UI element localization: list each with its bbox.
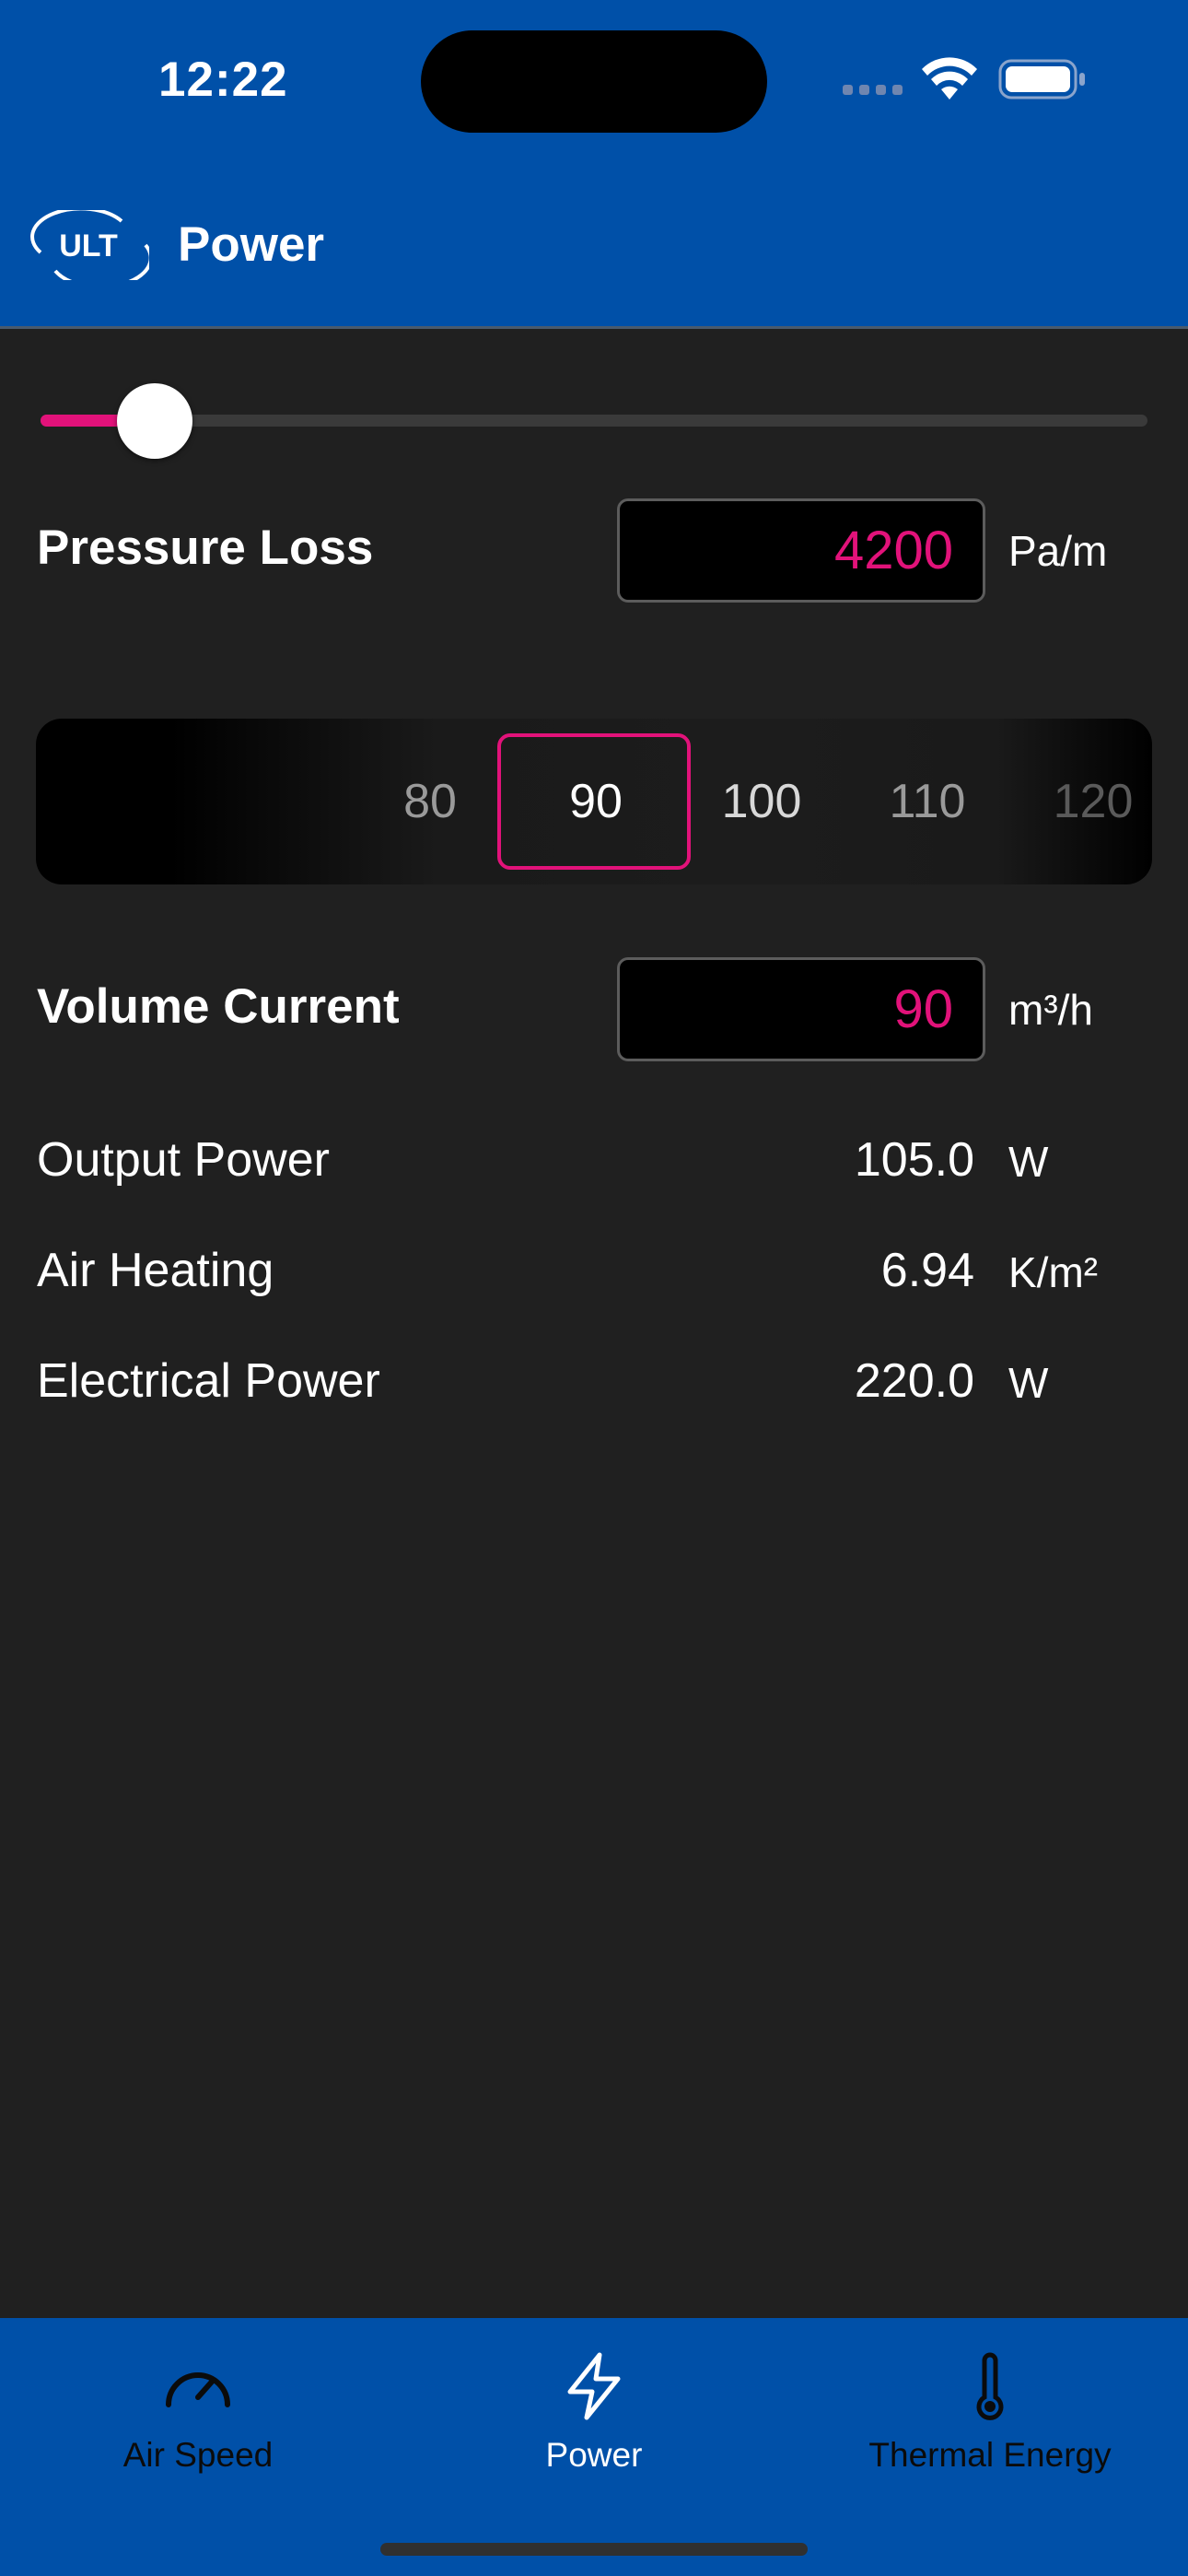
output-power-label: Output Power bbox=[37, 1133, 330, 1187]
tab-label: Thermal Energy bbox=[868, 2436, 1112, 2474]
pressure-loss-label: Pressure Loss bbox=[37, 521, 374, 575]
volume-current-label: Volume Current bbox=[37, 979, 400, 1034]
picker-option[interactable]: 120 bbox=[1010, 719, 1152, 884]
air-heating-unit: K/m² bbox=[1008, 1248, 1099, 1296]
header-divider bbox=[0, 326, 1188, 329]
picker-option[interactable]: 100 bbox=[679, 719, 844, 884]
cellular-signal-icon bbox=[843, 85, 903, 98]
svg-text:ULT: ULT bbox=[59, 228, 118, 263]
page-title: Power bbox=[178, 217, 325, 272]
status-time: 12:22 bbox=[158, 53, 288, 107]
picker-option[interactable]: 80 bbox=[347, 719, 513, 884]
electrical-power-unit: W bbox=[1008, 1359, 1049, 1407]
air-heating-label: Air Heating bbox=[37, 1244, 274, 1297]
tab-thermal-energy[interactable]: Thermal Energy bbox=[792, 2318, 1188, 2502]
volume-current-unit: m³/h bbox=[1008, 986, 1093, 1034]
output-power-value: 105.0 bbox=[854, 1133, 974, 1187]
electrical-power-label: Electrical Power bbox=[37, 1354, 380, 1408]
tab-power[interactable]: Power bbox=[396, 2318, 792, 2502]
output-power-unit: W bbox=[1008, 1138, 1049, 1186]
pressure-loss-input[interactable]: 4200 bbox=[617, 498, 985, 603]
battery-icon bbox=[998, 59, 1085, 100]
tab-label: Power bbox=[545, 2436, 643, 2474]
thermometer-icon bbox=[976, 2352, 1004, 2420]
pressure-loss-unit: Pa/m bbox=[1008, 527, 1108, 575]
app-header: 12:22 ULT Power bbox=[0, 0, 1188, 326]
tab-bar: Air Speed Power Thermal Energy bbox=[0, 2318, 1188, 2576]
speedometer-icon bbox=[166, 2372, 230, 2407]
picker-selection-highlight bbox=[497, 733, 691, 870]
tab-label: Air Speed bbox=[122, 2436, 274, 2474]
electrical-power-value: 220.0 bbox=[854, 1354, 974, 1408]
tab-air-speed[interactable]: Air Speed bbox=[0, 2318, 396, 2502]
wifi-icon bbox=[922, 57, 977, 100]
slider-track[interactable] bbox=[41, 415, 1147, 427]
picker-option[interactable]: 110 bbox=[844, 719, 1010, 884]
air-heating-value: 6.94 bbox=[880, 1244, 974, 1297]
lightning-bolt-icon bbox=[567, 2352, 621, 2420]
home-indicator bbox=[380, 2543, 808, 2556]
ult-logo: ULT bbox=[30, 210, 149, 280]
slider-thumb[interactable] bbox=[117, 383, 192, 459]
dynamic-island bbox=[421, 30, 767, 133]
power-screen: 12:22 ULT Power Pressure Loss 4200 Pa/m bbox=[0, 0, 1188, 2576]
pressure-slider[interactable] bbox=[41, 383, 1147, 459]
volume-current-input[interactable]: 90 bbox=[617, 957, 985, 1061]
